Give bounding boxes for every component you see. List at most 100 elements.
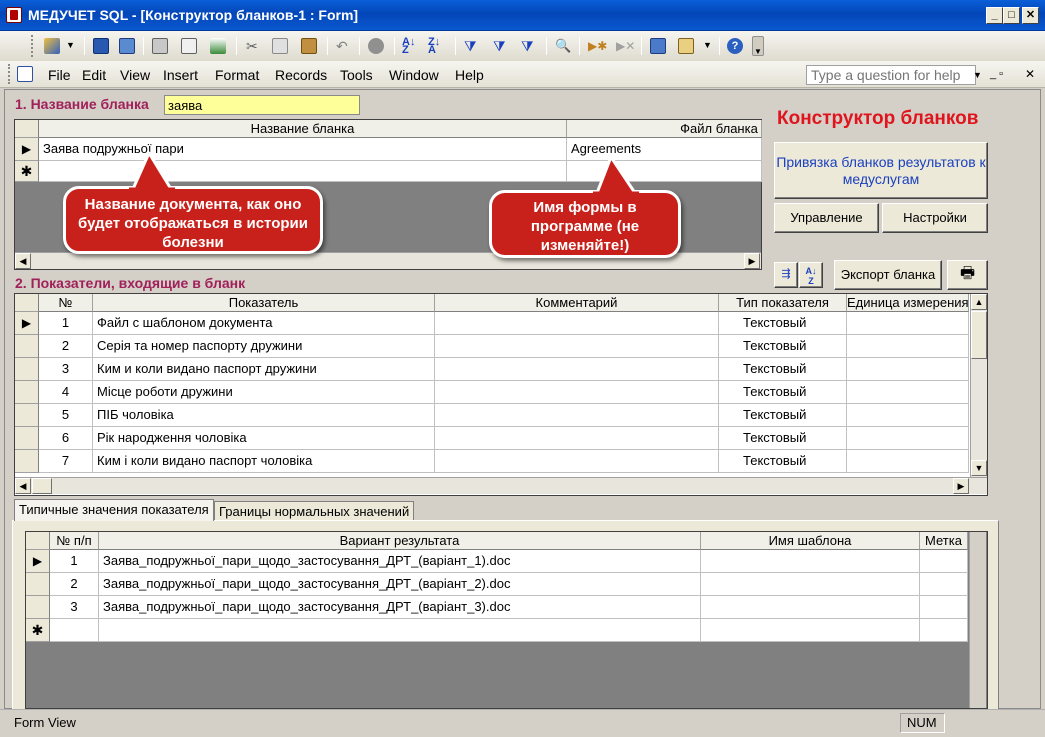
indicator-name-cell[interactable]: Файл с шаблоном документа [93, 312, 435, 335]
indicator-type-cell[interactable]: Текстовый [719, 335, 847, 358]
grid-corner[interactable] [26, 532, 50, 550]
indicator-comment-cell[interactable] [435, 404, 719, 427]
spelling-icon[interactable] [210, 38, 226, 54]
toolbar-grip[interactable] [31, 35, 34, 57]
database-window-icon[interactable] [650, 38, 666, 54]
indicator-name-cell[interactable]: Місце роботи дружини [93, 381, 435, 404]
scroll-right-icon[interactable]: ▶ [744, 253, 760, 269]
col-header-template-name[interactable]: Имя шаблона [701, 532, 920, 550]
export-form-button[interactable]: Экспорт бланка [834, 260, 942, 290]
indicator-type-cell[interactable]: Текстовый [719, 450, 847, 473]
cut-icon[interactable]: ✂ [246, 38, 262, 54]
indicator-comment-cell[interactable] [435, 358, 719, 381]
col-header-result-variant[interactable]: Вариант результата [99, 532, 701, 550]
indicator-comment-cell[interactable] [435, 381, 719, 404]
tab-typical-values[interactable]: Типичные значения показателя [14, 499, 214, 521]
menu-help[interactable]: Help [455, 67, 484, 83]
indicator-unit-cell[interactable] [847, 450, 969, 473]
delete-record-icon[interactable]: ▶✕ [616, 38, 635, 54]
apply-filter-icon[interactable]: ⧩ [521, 38, 537, 54]
close-button[interactable]: ✕ [1022, 7, 1039, 24]
indicator-unit-cell[interactable] [847, 404, 969, 427]
col-header-unit[interactable]: Единица измерения [847, 294, 969, 312]
result-mark-cell[interactable] [920, 596, 968, 619]
sort-descending-icon[interactable]: Z↓ A [428, 37, 444, 56]
filter-by-selection-icon[interactable]: ⧩ [464, 38, 480, 54]
new-row-cell[interactable] [920, 619, 968, 642]
menu-window[interactable]: Window [389, 67, 439, 83]
toolbar-options-icon[interactable]: ▼ [752, 36, 764, 56]
find-icon[interactable]: 🔍 [555, 38, 571, 54]
result-mark-cell[interactable] [920, 550, 968, 573]
col-header-indicator[interactable]: Показатель [93, 294, 435, 312]
result-template-cell[interactable] [701, 573, 920, 596]
indicator-unit-cell[interactable] [847, 381, 969, 404]
indicator-name-cell[interactable]: ПІБ чоловіка [93, 404, 435, 427]
record-selector[interactable] [15, 381, 39, 404]
menu-insert[interactable]: Insert [163, 67, 198, 83]
record-selector[interactable] [15, 427, 39, 450]
record-selector[interactable] [15, 450, 39, 473]
indicator-n-cell[interactable]: 3 [39, 358, 93, 381]
record-selector-current[interactable]: ▶ [26, 550, 50, 573]
indicator-unit-cell[interactable] [847, 358, 969, 381]
undo-icon[interactable]: ↶ [336, 38, 352, 54]
close-doc-icon[interactable]: ✕ [1025, 67, 1035, 81]
menu-records[interactable]: Records [275, 67, 327, 83]
record-selector[interactable] [15, 335, 39, 358]
indicator-comment-cell[interactable] [435, 335, 719, 358]
scroll-thumb[interactable] [971, 311, 987, 359]
form-icon[interactable] [17, 66, 33, 82]
result-n-cell[interactable]: 2 [50, 573, 99, 596]
horizontal-scrollbar[interactable]: ◀ ▶ [15, 477, 987, 494]
scroll-thumb[interactable] [32, 478, 52, 494]
indicator-type-cell[interactable]: Текстовый [719, 404, 847, 427]
indicator-type-cell[interactable]: Текстовый [719, 312, 847, 335]
settings-button[interactable]: Настройки [882, 203, 988, 233]
col-header-type[interactable]: Тип показателя [719, 294, 847, 312]
bind-forms-button[interactable]: Привязка бланков результатов к медуслуга… [774, 142, 988, 199]
indicator-type-cell[interactable]: Текстовый [719, 427, 847, 450]
save-icon[interactable] [93, 38, 109, 54]
field-list-icon[interactable]: ⇶ [774, 262, 798, 288]
record-selector[interactable] [26, 573, 50, 596]
maximize-button[interactable]: □ [1003, 7, 1020, 24]
indicator-comment-cell[interactable] [435, 312, 719, 335]
col-header-mark[interactable]: Метка [920, 532, 968, 550]
copy-icon[interactable] [272, 38, 288, 54]
sort-icon[interactable]: A↓ Z [799, 262, 823, 288]
tab-normal-ranges[interactable]: Границы нормальных значений [214, 501, 415, 521]
paste-icon[interactable] [301, 38, 317, 54]
indicator-comment-cell[interactable] [435, 450, 719, 473]
result-variant-cell[interactable]: Заява_подружньої_пари_щодо_застосування_… [99, 596, 701, 619]
record-selector[interactable] [15, 358, 39, 381]
menu-edit[interactable]: Edit [82, 67, 106, 83]
col-header-form-file[interactable]: Файл бланка [567, 120, 762, 138]
minimize-button[interactable]: _ [986, 7, 1003, 24]
scroll-right-icon[interactable]: ▶ [953, 478, 969, 494]
new-row-cell[interactable] [701, 619, 920, 642]
indicator-n-cell[interactable]: 5 [39, 404, 93, 427]
menu-view[interactable]: View [120, 67, 150, 83]
menu-tools[interactable]: Tools [340, 67, 373, 83]
help-dropdown-icon[interactable]: ▼ [973, 70, 982, 80]
new-row-cell[interactable] [39, 161, 567, 182]
search-file-icon[interactable] [119, 38, 135, 54]
app-icon[interactable] [6, 7, 22, 23]
result-mark-cell[interactable] [920, 573, 968, 596]
col-header-row-number[interactable]: № п/п [50, 532, 99, 550]
new-record-marker[interactable]: ✱ [26, 619, 50, 642]
new-record-marker[interactable]: ✱ [15, 161, 39, 182]
grid-corner[interactable] [15, 120, 39, 138]
indicator-n-cell[interactable]: 2 [39, 335, 93, 358]
print-icon[interactable] [152, 38, 168, 54]
col-header-comment[interactable]: Комментарий [435, 294, 719, 312]
result-template-cell[interactable] [701, 550, 920, 573]
manage-button[interactable]: Управление [774, 203, 879, 233]
filter-by-form-icon[interactable]: ⧩ [493, 38, 509, 54]
result-template-cell[interactable] [701, 596, 920, 619]
indicator-unit-cell[interactable] [847, 335, 969, 358]
result-variant-cell[interactable]: Заява_подружньої_пари_щодо_застосування_… [99, 550, 701, 573]
scroll-left-icon[interactable]: ◀ [15, 478, 31, 494]
record-selector[interactable] [15, 404, 39, 427]
